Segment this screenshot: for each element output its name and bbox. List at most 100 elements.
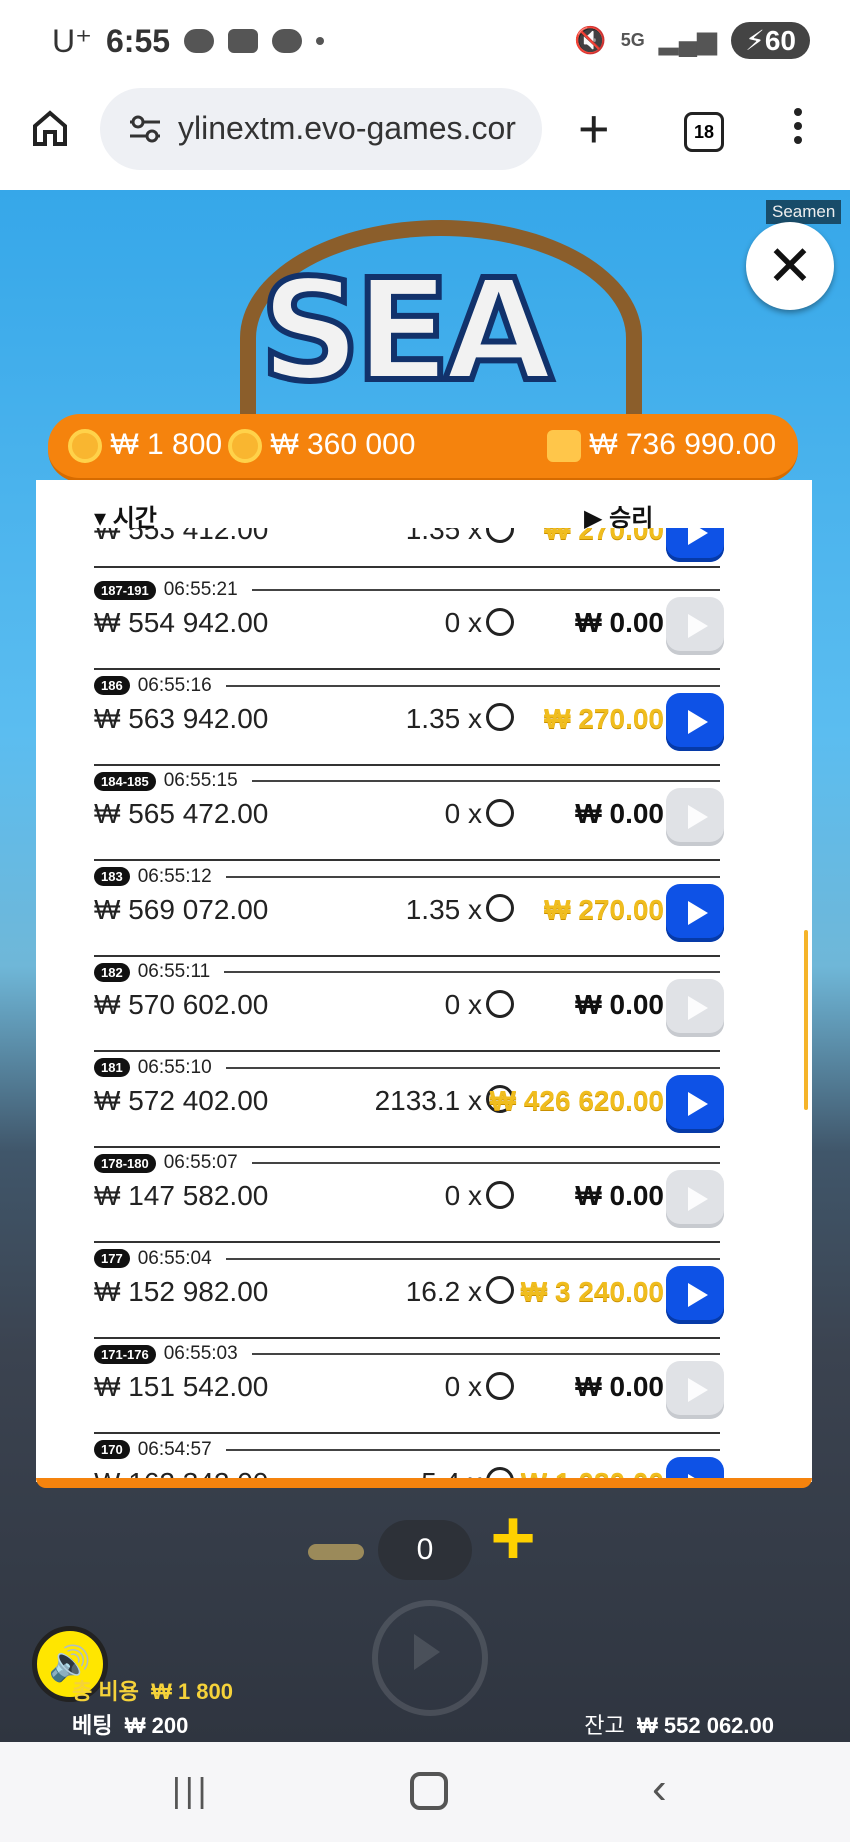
new-tab-icon[interactable]: + xyxy=(578,102,610,156)
round-time: 06:54:57 xyxy=(137,1438,212,1460)
scrollbar[interactable] xyxy=(804,930,808,1110)
win-amount: ₩ 270.00 xyxy=(544,893,664,925)
summary-bar: ₩ 1 800 ₩ 360 000 ₩ 736 990.00 xyxy=(48,414,798,482)
play-icon xyxy=(688,996,708,1020)
play-icon xyxy=(688,1187,708,1211)
decrease-button[interactable] xyxy=(308,1544,364,1560)
recents-icon[interactable]: ||| xyxy=(172,1772,211,1811)
footer-balance-value: ₩ 552 062.00 xyxy=(637,1713,774,1738)
round-id-badge: 187-191 xyxy=(94,580,156,600)
back-icon[interactable]: ‹ xyxy=(652,1764,667,1814)
replay-button[interactable] xyxy=(666,1074,724,1133)
row-meta: 183 06:55:12 xyxy=(94,866,720,888)
multiplier-value: 0 x xyxy=(444,607,482,638)
multiplier: 1.35 x xyxy=(406,894,514,926)
play-icon xyxy=(688,1378,708,1402)
meta-line xyxy=(224,971,720,973)
game-canvas: SEA Seamen ✕ ₩ 1 800 ₩ 360 000 ₩ 736 990… xyxy=(0,190,850,1742)
talk-icon xyxy=(184,29,215,53)
history-row: 183 06:55:12 ₩ 569 072.00 1.35 x ₩ 270.00 xyxy=(94,862,724,957)
meta-line xyxy=(251,1162,720,1164)
play-icon xyxy=(688,528,708,545)
max-win-value: ₩ 360 000 xyxy=(270,428,416,461)
history-panel[interactable]: ▾ 시간 ▶ 승리 ₩ 553 412.00 1.35 x ₩ 270.00 1… xyxy=(36,480,812,1482)
meta-line xyxy=(225,684,720,687)
round-time: 06:55:16 xyxy=(137,674,212,696)
coin-icon xyxy=(486,1371,514,1400)
system-nav-bar: ||| ‹ xyxy=(0,1742,850,1842)
multiplier-value: 16.2 x xyxy=(405,1275,482,1307)
address-bar[interactable]: ylinextm.evo-games.cor xyxy=(100,88,542,170)
mute-icon: 🔇 xyxy=(574,25,607,55)
multiplier: 0 x xyxy=(445,798,514,830)
menu-icon[interactable] xyxy=(794,108,806,144)
replay-button[interactable] xyxy=(666,528,724,562)
bet-amount: ₩ 152 982.00 xyxy=(94,1275,269,1307)
battery-level: 60 xyxy=(764,25,796,56)
win-amount: ₩ 0.00 xyxy=(575,1371,664,1402)
round-id-badge: 177 xyxy=(94,1249,130,1268)
row-meta: 178-180 06:55:07 xyxy=(94,1152,720,1174)
row-meta: 177 06:55:04 xyxy=(94,1248,720,1270)
history-row: 181 06:55:10 ₩ 572 402.00 2133.1 x ₩ 426 620… xyxy=(94,1053,724,1148)
row-meta: 186 06:55:16 xyxy=(94,675,720,697)
status-bar: U⁺ 6:55 🔇 5G ▂▄▆ ⚡60 xyxy=(0,0,850,88)
round-time: 06:55:03 xyxy=(163,1343,238,1364)
spin-button[interactable] xyxy=(372,1600,488,1716)
close-button[interactable]: ✕ xyxy=(746,222,834,310)
round-time: 06:55:11 xyxy=(137,961,211,982)
replay-button[interactable] xyxy=(666,1265,724,1324)
home-icon[interactable] xyxy=(30,108,70,148)
row-meta: 170 06:54:57 xyxy=(94,1439,720,1461)
bet-amount: ₩ 147 582.00 xyxy=(94,1180,269,1211)
multiplier-value: 0 x xyxy=(444,798,482,829)
multiplier: 0 x xyxy=(445,1371,514,1403)
multiplier: 1.35 x xyxy=(406,703,514,735)
win-amount: ₩ 270.00 xyxy=(544,702,664,734)
cost-summary: ₩ 1 800 xyxy=(68,428,222,464)
coin-icon xyxy=(68,429,102,464)
multiplier: 0 x xyxy=(445,1180,514,1212)
win-amount: ₩ 0.00 xyxy=(575,1180,664,1211)
round-id-badge: 181 xyxy=(94,1058,130,1077)
network-label: 5G xyxy=(620,30,645,50)
replay-button[interactable] xyxy=(666,883,724,942)
multiplier: 16.2 x xyxy=(406,1276,514,1308)
total-cost-label: 총 비용 xyxy=(72,1679,139,1704)
row-meta: 182 06:55:11 xyxy=(94,961,720,983)
meta-line xyxy=(225,1066,720,1069)
site-settings-icon[interactable] xyxy=(128,114,162,144)
play-icon xyxy=(688,1282,708,1307)
win-amount: ₩ 0.00 xyxy=(575,607,664,638)
row-meta: 171-176 06:55:03 xyxy=(94,1343,720,1365)
round-time: 06:55:12 xyxy=(137,865,212,887)
clock: 6:55 xyxy=(106,22,171,59)
meta-line xyxy=(251,780,720,782)
increase-button[interactable]: + xyxy=(482,1498,544,1576)
row-meta: 187-191 06:55:21 xyxy=(94,579,720,601)
notification-dot-icon xyxy=(316,37,325,45)
bet-amount: ₩ 569 072.00 xyxy=(94,893,269,925)
round-id-badge: 183 xyxy=(94,867,130,886)
bet-amount: ₩ 572 402.00 xyxy=(94,1084,269,1116)
round-id-badge: 186 xyxy=(94,676,130,695)
coin-icon xyxy=(486,607,514,636)
play-icon xyxy=(688,1091,708,1116)
wallet-icon xyxy=(546,430,581,463)
meta-line xyxy=(225,1448,720,1451)
coin-icon xyxy=(486,703,514,732)
history-row: 182 06:55:11 ₩ 570 602.00 0 x ₩ 0.00 xyxy=(94,957,724,1052)
home-nav-icon[interactable] xyxy=(410,1772,448,1810)
row-separator xyxy=(94,566,720,568)
round-time: 06:55:15 xyxy=(163,770,238,791)
replay-button[interactable] xyxy=(666,692,724,751)
tab-count-button[interactable]: 18 xyxy=(684,112,724,152)
bet-label: 베팅 xyxy=(72,1713,113,1738)
multiplier-value: 2133.1 x xyxy=(374,1084,482,1116)
row-meta: 181 06:55:10 xyxy=(94,1057,720,1079)
browser-toolbar: ylinextm.evo-games.cor + 18 xyxy=(0,88,850,188)
play-icon xyxy=(688,614,708,638)
history-row: 186 06:55:16 ₩ 563 942.00 1.35 x ₩ 270.00 xyxy=(94,671,724,766)
history-row: 184-185 06:55:15 ₩ 565 472.00 0 x ₩ 0.00 xyxy=(94,766,724,861)
total-cost: 총 비용 ₩ 1 800 xyxy=(72,1674,233,1706)
